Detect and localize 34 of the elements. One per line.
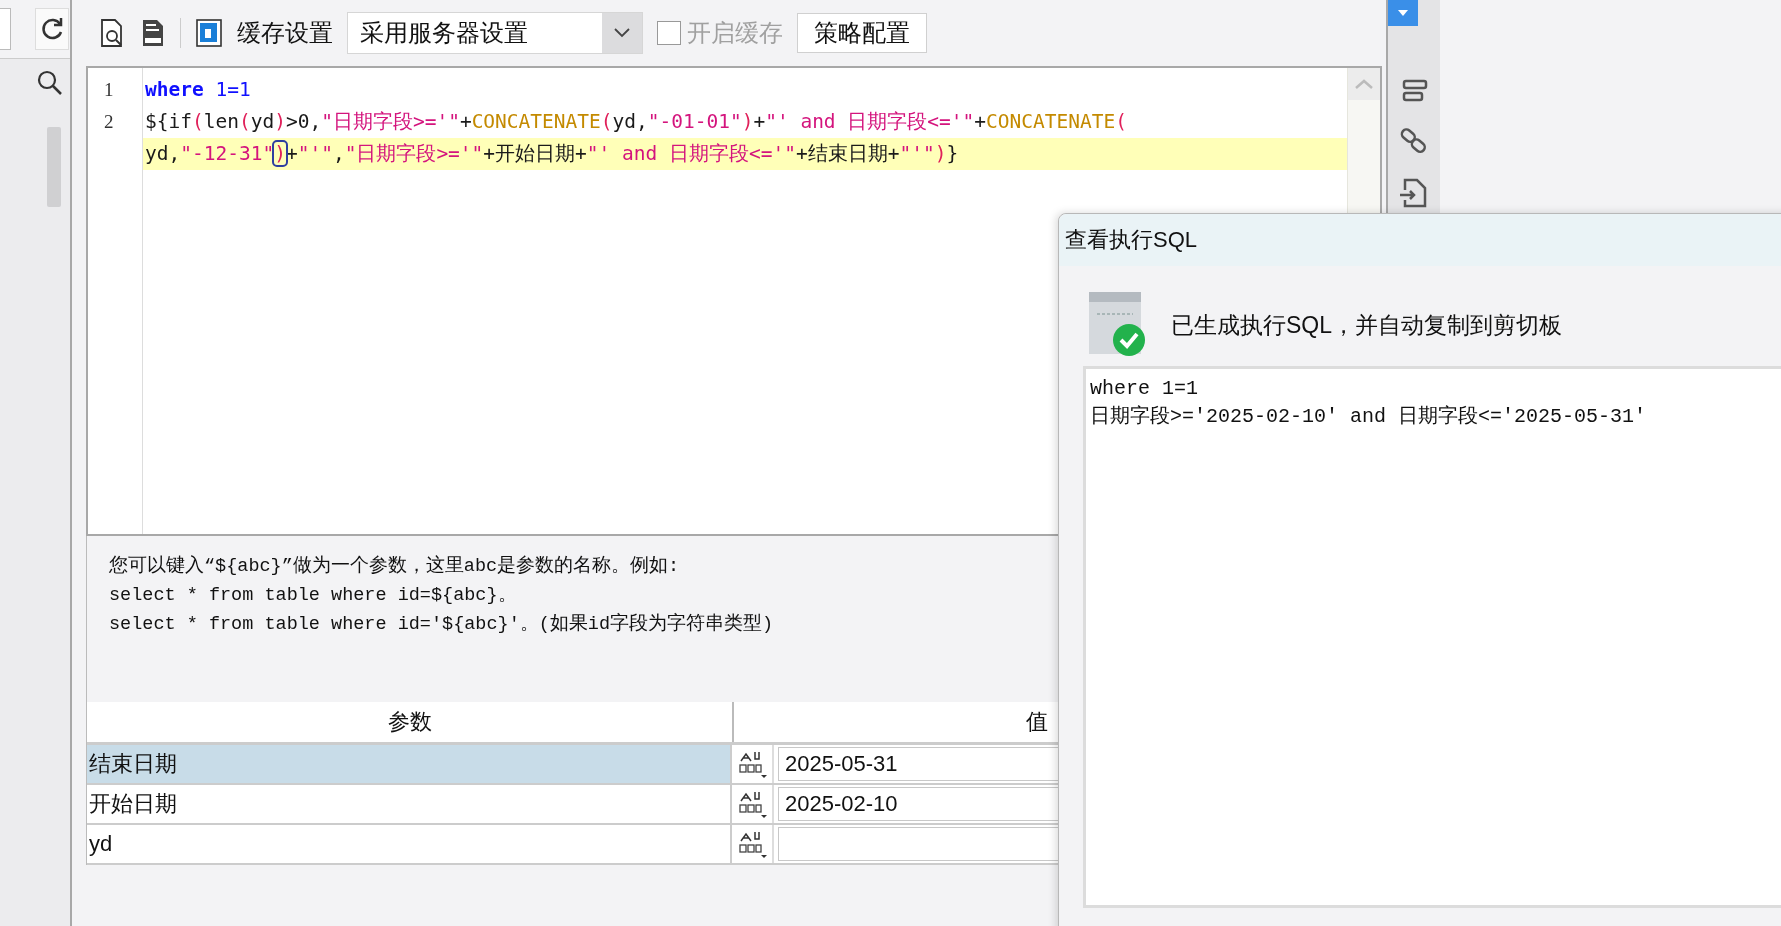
code-line: where 1=1 — [144, 77, 252, 103]
sql-result-field[interactable]: where 1=1 日期字段>='2025-02-10' and 日期字段<='2025-05-31' — [1083, 366, 1781, 908]
dialog-title: 查看执行SQL — [1059, 214, 1781, 266]
scrollbar-thumb[interactable] — [47, 127, 61, 207]
chevron-down-icon — [614, 28, 630, 38]
type-icon[interactable] — [737, 829, 767, 859]
help-text: select * from table where id='${abc}'。(如果id字段为字符串类型) — [109, 612, 775, 635]
table-cell[interactable]: yd — [87, 825, 732, 863]
line-number: 2 — [103, 110, 115, 134]
help-text: select * from table where id=${abc}。 — [109, 584, 518, 606]
help-text: 您可以键入“${abc}”做为一个参数，这里abc是参数的名称。例如: — [109, 554, 681, 577]
success-icon — [1089, 292, 1147, 358]
save-icon[interactable] — [195, 18, 223, 48]
search-icon[interactable] — [36, 69, 64, 97]
cache-settings-label: 缓存设置 — [237, 18, 333, 48]
sql-line: where 1=1 — [1090, 376, 1200, 402]
refresh-icon — [39, 16, 65, 42]
column-header: 参数 — [386, 708, 433, 736]
file-import-icon[interactable] — [1399, 178, 1429, 208]
strategy-config-button[interactable]: 策略配置 — [797, 13, 927, 53]
chevron-up-icon — [1355, 79, 1373, 89]
link-icon[interactable] — [1399, 126, 1429, 156]
cache-mode-dropdown[interactable]: 采用服务器设置 — [347, 12, 643, 54]
text-field[interactable] — [0, 8, 11, 50]
table-cell[interactable]: 结束日期 — [87, 745, 732, 783]
dropdown-button[interactable] — [1388, 0, 1418, 26]
refresh-button[interactable] — [35, 8, 69, 50]
code-line: ${if(len(yd)>0,"日期字段>='"+CONCATENATE(yd,"-01-01")+"' and 日期字段<='"+CONCATENATE( — [144, 109, 1128, 135]
table-cell[interactable]: 开始日期 — [87, 785, 732, 823]
triangle-down-icon — [1397, 9, 1409, 17]
type-icon[interactable] — [737, 789, 767, 819]
type-icon[interactable] — [737, 749, 767, 779]
line-number: 1 — [103, 78, 115, 102]
sql-file-icon[interactable] — [140, 18, 166, 48]
